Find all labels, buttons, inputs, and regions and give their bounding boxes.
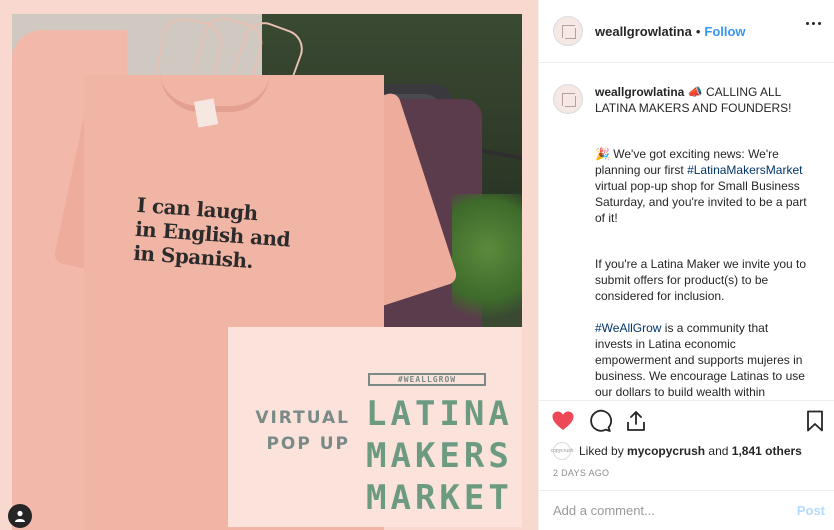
likes-middle: and bbox=[708, 444, 729, 458]
liker-username[interactable]: mycopycrush bbox=[627, 444, 705, 458]
avatar[interactable] bbox=[553, 84, 583, 114]
plant-leaves bbox=[452, 194, 522, 327]
likes-count-link[interactable]: 1,841 others bbox=[732, 444, 802, 458]
comment-bar: Post bbox=[539, 490, 834, 530]
avatar[interactable] bbox=[553, 16, 583, 46]
bookmark-icon[interactable] bbox=[803, 409, 827, 433]
liker-avatar[interactable]: copycrush bbox=[551, 442, 573, 460]
post-sidebar: weallgrowlatina • Follow weallgrowlatina… bbox=[538, 0, 834, 530]
promo-title-line: MARKET bbox=[366, 478, 513, 518]
more-options-icon[interactable] bbox=[806, 22, 821, 25]
promo-title-line: MAKERS bbox=[366, 436, 513, 476]
hashtag-link[interactable]: #WeAllGrow bbox=[595, 321, 661, 335]
post-header: weallgrowlatina • Follow bbox=[539, 0, 834, 63]
likes-prefix: Liked by bbox=[579, 444, 624, 458]
heart-icon[interactable] bbox=[551, 409, 575, 433]
post-image[interactable]: I can laugh in English and in Spanish. #… bbox=[0, 0, 538, 530]
promo-virtual-text: VIRTUAL POP UP bbox=[240, 405, 350, 457]
promo-title: LATINA MAKERS MARKET bbox=[366, 393, 513, 519]
promo-hashtag: #WEALLGROW bbox=[368, 373, 486, 386]
caption-para-2-suffix: virtual pop-up shop for Small Business S… bbox=[595, 179, 807, 225]
comment-input[interactable] bbox=[553, 503, 797, 518]
promo-virtual-line: POP UP bbox=[266, 434, 350, 454]
comment-icon[interactable] bbox=[588, 409, 612, 433]
header-separator: • bbox=[695, 23, 701, 39]
caption-username[interactable]: weallgrowlatina bbox=[595, 85, 684, 99]
shirt-print-text: I can laugh in English and in Spanish. bbox=[133, 193, 291, 275]
promo-box: #WEALLGROW VIRTUAL POP UP LATINA MAKERS … bbox=[228, 327, 522, 527]
likes-row: copycrush Liked by mycopycrush and 1,841… bbox=[551, 442, 802, 460]
caption-area[interactable]: weallgrowlatina 📣 CALLING ALL LATINA MAK… bbox=[539, 64, 834, 400]
caption-text: weallgrowlatina 📣 CALLING ALL LATINA MAK… bbox=[595, 84, 807, 400]
action-bar bbox=[539, 400, 834, 440]
share-icon[interactable] bbox=[624, 409, 648, 433]
header-username[interactable]: weallgrowlatina bbox=[595, 24, 692, 39]
caption-para-3: If you're a Latina Maker we invite you t… bbox=[595, 257, 807, 303]
post-timestamp[interactable]: 2 DAYS AGO bbox=[553, 468, 609, 478]
post-comment-button[interactable]: Post bbox=[797, 503, 825, 518]
promo-virtual-line: VIRTUAL bbox=[255, 408, 350, 428]
tagged-users-icon[interactable] bbox=[8, 504, 32, 528]
shirt-tag bbox=[193, 98, 219, 128]
promo-title-line: LATINA bbox=[366, 394, 513, 434]
follow-button[interactable]: Follow bbox=[704, 24, 745, 39]
hashtag-link[interactable]: #LatinaMakersMarket bbox=[687, 163, 802, 177]
